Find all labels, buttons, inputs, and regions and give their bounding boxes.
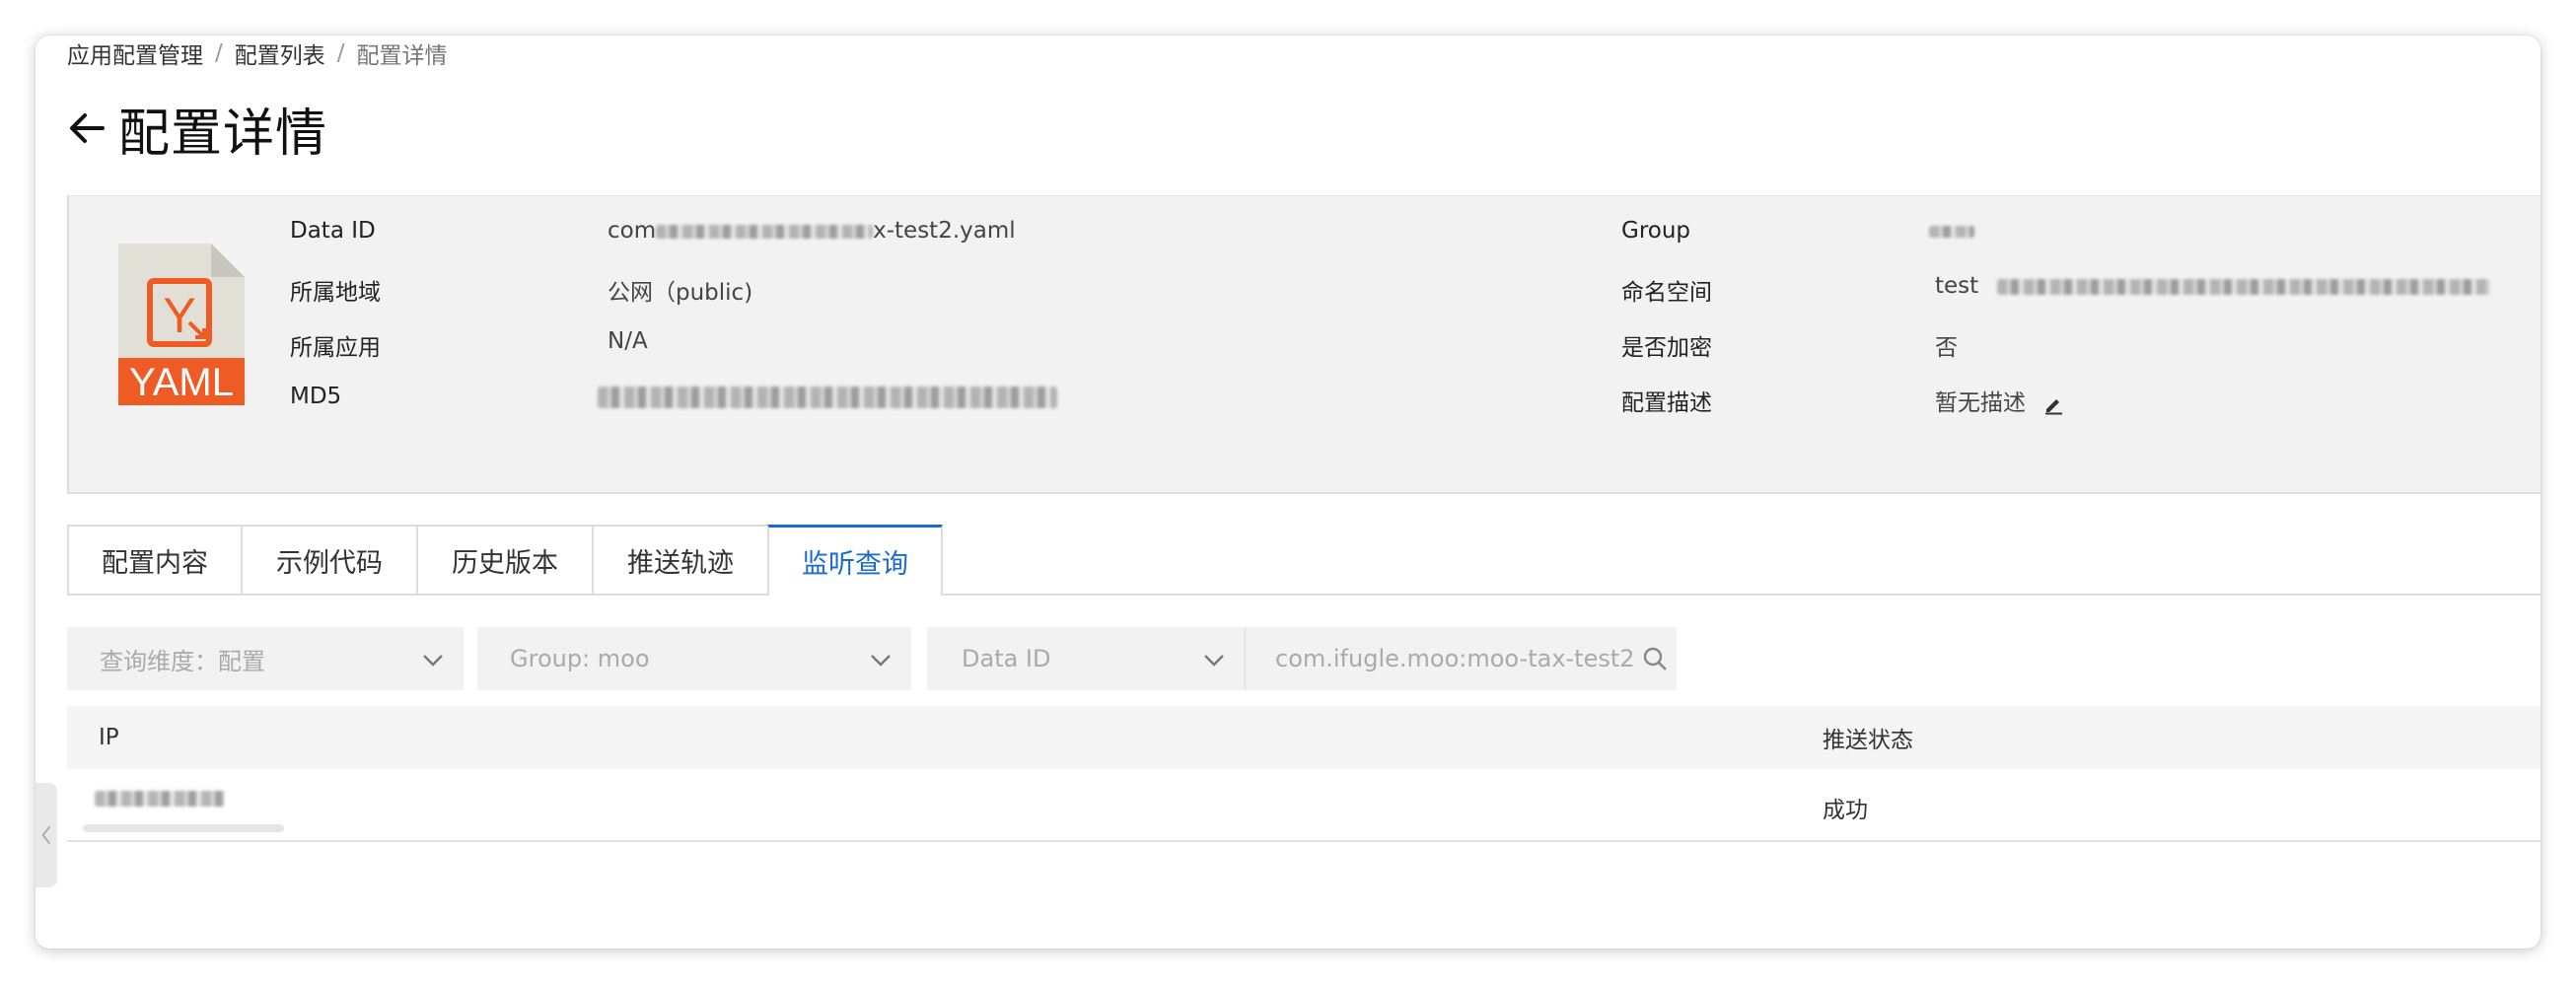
svg-text:Y: Y [163,288,195,343]
description-text: 暂无描述 [1935,390,2026,416]
title-row: 配置详情 [65,93,327,164]
md5-value [598,384,1057,409]
chevron-down-icon [423,655,443,667]
sidebar-collapse-handle[interactable] [36,783,57,887]
breadcrumb-current: 配置详情 [356,43,448,69]
breadcrumb-app-config[interactable]: 应用配置管理 [67,36,203,70]
data-id-select[interactable]: Data ID [927,627,1245,690]
breadcrumb-separator: / [336,40,345,66]
tab-sample-code[interactable]: 示例代码 [241,525,418,594]
column-header-ip: IP [99,725,119,750]
app-label: 所属应用 [290,335,381,361]
tab-push-trace[interactable]: 推送轨迹 [592,525,769,594]
query-dimension-value: 查询维度：配置 [100,647,265,675]
edit-icon[interactable] [2042,393,2064,415]
region-label: 所属地域 [290,280,381,306]
group-select-value: Group: moo [510,645,650,672]
md5-label: MD5 [290,384,342,409]
search-icon[interactable] [1641,645,1669,672]
region-value: 公网（public) [608,280,753,306]
data-id-value: com x-test2.yaml [608,218,1016,244]
namespace-label: 命名空间 [1621,280,1712,306]
ip-cell [95,785,225,810]
cell-scrollbar[interactable] [83,824,284,832]
breadcrumb: 应用配置管理 / 配置列表 / 配置详情 [67,35,448,71]
app-value: N/A [608,328,648,354]
redacted-text [656,224,874,239]
data-id-search-input[interactable]: com.ifugle.moo:moo-tax-test2 [1245,627,1677,690]
breadcrumb-config-list[interactable]: 配置列表 [235,36,325,70]
breadcrumb-separator: / [215,40,223,66]
description-value: 暂无描述 [1935,384,2064,417]
table-row: 成功 [67,769,2540,842]
data-id-label: Data ID [290,218,376,244]
query-dimension-select[interactable]: 查询维度：配置 [67,627,464,690]
encrypted-value: 否 [1935,335,1958,361]
group-select[interactable]: Group: moo [477,627,911,690]
page-title: 配置详情 [118,104,328,164]
config-info-panel: Y YAML Data ID com x-test2.yaml 所属地域 公网（p… [67,195,2540,494]
data-id-prefix: com [608,218,657,244]
push-status-cell: 成功 [1823,798,1868,823]
app-window: 应用配置管理 / 配置列表 / 配置详情 配置详情 Y YAML Data ID… [36,35,2540,949]
redacted-text [95,790,225,807]
column-header-push-status: 推送状态 [1823,728,1913,753]
tab-listener-query[interactable]: 监听查询 [767,525,943,596]
data-id-select-value: Data ID [962,645,1051,672]
redacted-text [1997,278,2491,295]
data-id-search-value: com.ifugle.moo:moo-tax-test2 [1275,645,1635,672]
chevron-left-icon [41,825,51,845]
data-id-suffix: x-test2.yaml [873,218,1016,244]
namespace-text: test [1935,273,1979,299]
namespace-value: test [1935,273,2491,299]
encrypted-label: 是否加密 [1621,335,1712,361]
table-header: IP 推送状态 [67,706,2540,771]
tab-bar: 配置内容 示例代码 历史版本 推送轨迹 监听查询 [67,525,2540,596]
redacted-text [598,386,1057,408]
yaml-file-icon: Y YAML [118,244,245,405]
description-label: 配置描述 [1621,390,1712,416]
chevron-down-icon [871,655,891,667]
back-arrow-icon[interactable] [65,106,108,150]
tab-history[interactable]: 历史版本 [416,525,594,594]
svg-text:YAML: YAML [129,361,234,404]
chevron-down-icon [1204,655,1224,667]
group-value [1929,218,1974,244]
tab-config-content[interactable]: 配置内容 [67,525,243,594]
group-label: Group [1621,218,1691,244]
redacted-text [1929,225,1974,238]
